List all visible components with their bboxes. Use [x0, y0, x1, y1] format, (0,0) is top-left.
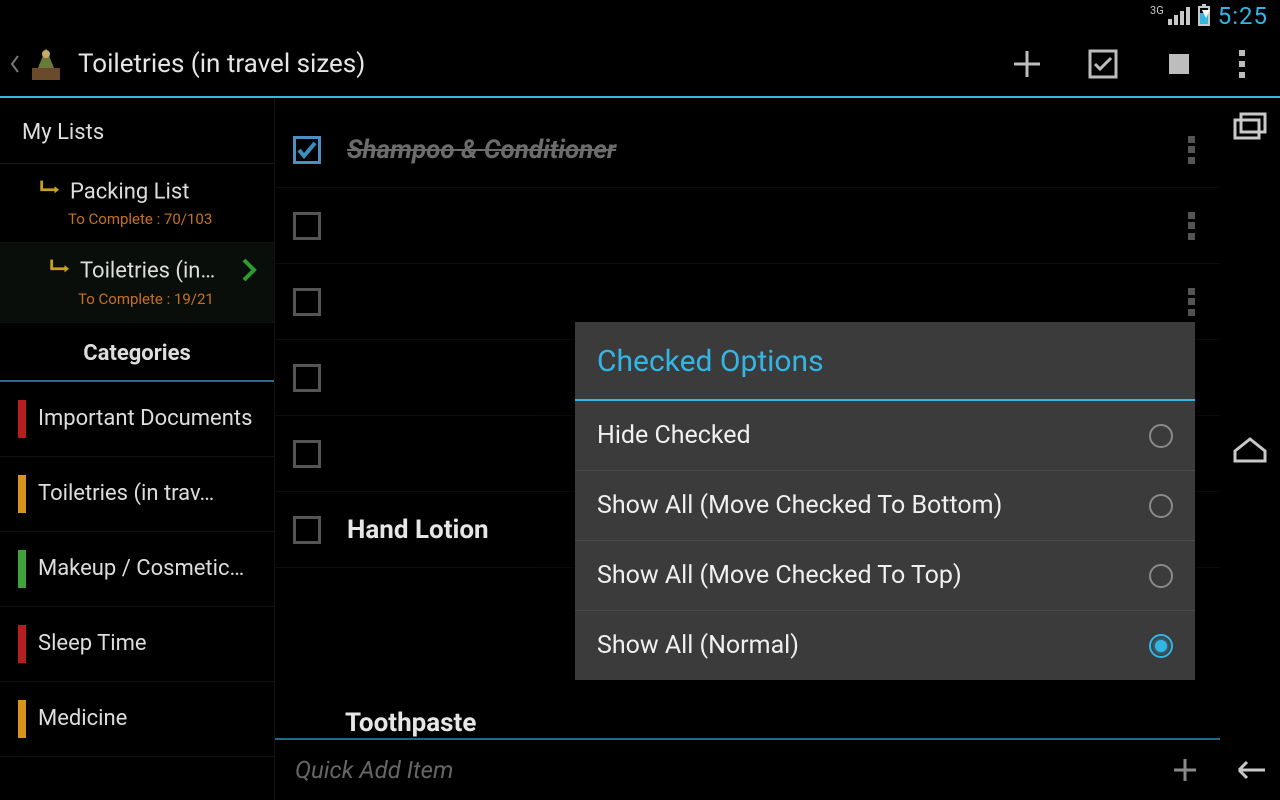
sidebar-header-mylists[interactable]: My Lists [0, 98, 274, 164]
dialog-option-label: Show All (Move Checked To Top) [597, 561, 962, 590]
dialog-option-label: Hide Checked [597, 421, 751, 450]
dialog-option-label: Show All (Move Checked To Bottom) [597, 491, 1002, 520]
sidebar-category[interactable]: Makeup / Cosmetic… [0, 532, 274, 607]
checked-options-dialog: Checked Options Hide Checked Show All (M… [575, 322, 1195, 680]
network-label: 3G [1150, 4, 1164, 17]
uncheck-all-button[interactable] [1162, 47, 1196, 81]
main-content: Shampoo & Conditioner [275, 98, 1220, 800]
dialog-option-label: Show All (Normal) [597, 631, 799, 660]
radio-selected-icon [1149, 634, 1173, 658]
sidebar-list-sub: To Complete : 19/21 [78, 290, 254, 308]
dialog-option[interactable]: Show All (Move Checked To Bottom) [575, 471, 1195, 541]
sidebar-category[interactable]: Important Documents [0, 382, 274, 457]
sidebar-list-sub: To Complete : 70/103 [68, 210, 254, 228]
action-bar: Toiletries (in travel sizes) [0, 32, 1280, 98]
dialog-option[interactable]: Hide Checked [575, 401, 1195, 471]
tree-arrow-icon [48, 257, 70, 275]
sidebar-list-toiletries[interactable]: Toiletries (in… To Complete : 19/21 [0, 243, 274, 322]
sidebar-list-label: Packing List [70, 179, 189, 204]
dialog-option[interactable]: Show All (Move Checked To Top) [575, 541, 1195, 611]
radio-unselected-icon [1149, 424, 1173, 448]
overflow-menu-button[interactable] [1238, 50, 1246, 78]
category-color-bar [18, 625, 26, 663]
app-icon[interactable] [26, 44, 66, 84]
recent-apps-button[interactable] [1231, 112, 1269, 144]
back-caret-icon[interactable] [10, 54, 20, 74]
battery-icon [1198, 6, 1210, 26]
chevron-right-icon [240, 257, 260, 283]
category-label: Medicine [38, 706, 260, 731]
radio-unselected-icon [1149, 564, 1173, 588]
category-label: Sleep Time [38, 631, 260, 656]
sidebar-list-packing[interactable]: Packing List To Complete : 70/103 [0, 164, 274, 243]
category-label: Makeup / Cosmetic… [38, 556, 260, 581]
sidebar-category[interactable]: Medicine [0, 682, 274, 757]
check-all-button[interactable] [1086, 47, 1120, 81]
clock: 5:25 [1218, 2, 1268, 30]
category-label: Important Documents [38, 406, 260, 431]
sidebar-list-label: Toiletries (in… [80, 259, 215, 284]
tree-arrow-icon [38, 178, 60, 196]
dialog-option[interactable]: Show All (Normal) [575, 611, 1195, 680]
page-title: Toiletries (in travel sizes) [78, 49, 1010, 79]
system-nav-bar [1220, 98, 1280, 800]
dialog-title: Checked Options [575, 322, 1195, 401]
sidebar-category[interactable]: Sleep Time [0, 607, 274, 682]
radio-unselected-icon [1149, 494, 1173, 518]
category-color-bar [18, 400, 26, 438]
category-color-bar [18, 550, 26, 588]
sidebar-category[interactable]: Toiletries (in trav… [0, 457, 274, 532]
signal-icon [1168, 7, 1190, 25]
add-button[interactable] [1010, 47, 1044, 81]
back-button[interactable] [1231, 754, 1269, 786]
sidebar: My Lists Packing List To Complete : 70/1… [0, 98, 275, 800]
category-color-bar [18, 475, 26, 513]
sidebar-header-categories: Categories [0, 323, 274, 382]
category-color-bar [18, 700, 26, 738]
category-label: Toiletries (in trav… [38, 481, 260, 506]
status-bar: 3G 5:25 [0, 0, 1280, 32]
home-button[interactable] [1231, 433, 1269, 465]
